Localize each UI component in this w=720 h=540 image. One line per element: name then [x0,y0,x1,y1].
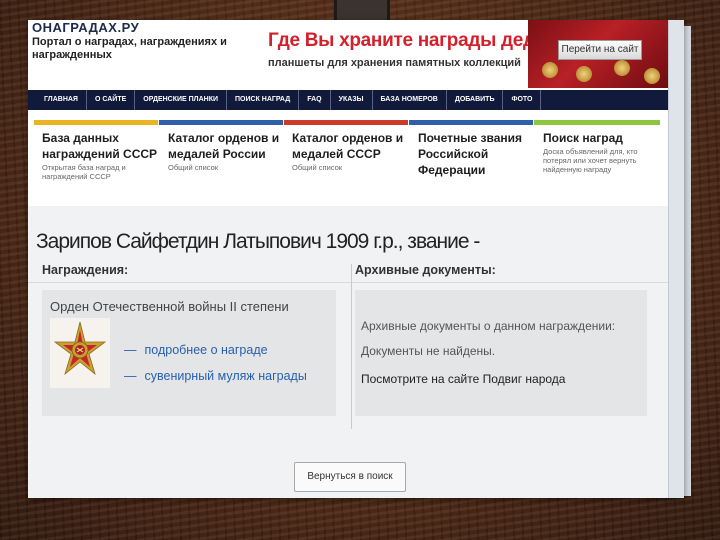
slide-sheet: ОНАГРАДАХ.РУ Портал о наградах, награжде… [28,20,684,498]
nav-item-home[interactable]: ГЛАВНАЯ [36,90,87,110]
promo-title[interactable]: Где Вы храните награды деда? [268,30,557,52]
link-text: сувенирный муляж награды [144,369,307,383]
website-screenshot: ОНАГРАДАХ.РУ Портал о наградах, награжде… [28,20,668,498]
nav-item-decrees[interactable]: УКАЗЫ [331,90,373,110]
nav-item-about[interactable]: О САЙТЕ [87,90,136,110]
awards-label: Награждения: [42,263,129,277]
promo-subtitle: планшеты для хранения памятных коллекций [268,57,521,69]
category-bar [284,120,408,125]
back-to-search-button[interactable]: Вернуться в поиск [294,462,406,492]
site-logo[interactable]: ОНАГРАДАХ.РУ [32,20,139,35]
category-title: Каталог орденов и медалей СССР [292,131,404,161]
category-bar [159,120,283,125]
nav-item-ribbons[interactable]: ОРДЕНСКИЕ ПЛАНКИ [135,90,227,110]
category-title: База данных награждений СССР [42,131,158,161]
award-details-link[interactable]: — подробнее о награде [124,343,268,357]
category-title: Каталог орденов и медалей России [168,131,280,161]
category-bar [409,120,533,125]
category-award-search[interactable]: Поиск наград Доска объявлений для, кто п… [543,130,665,174]
divider [28,282,668,283]
goto-site-button[interactable]: Перейти на сайт [558,40,642,60]
nav-item-add[interactable]: ДОБАВИТЬ [447,90,504,110]
category-russia-catalog[interactable]: Каталог орденов и медалей России Общий с… [168,130,290,172]
nav-item-faq[interactable]: FAQ [299,90,331,110]
page-title: Зарипов Сайфетдин Латыпович 1909 г.р., з… [36,230,480,253]
category-subtitle: Доска объявлений для, кто потерял или хо… [543,147,638,174]
site-tagline: Портал о наградах, награждениях и награж… [32,36,227,61]
souvenir-replica-link[interactable]: — сувенирный муляж награды [124,369,307,383]
podvig-naroda-link[interactable]: Посмотрите на сайте Подвиг народа [361,372,565,386]
category-subtitle: Открытая база наград и награждений СССР [42,163,126,181]
nav-item-search[interactable]: ПОИСК НАГРАД [227,90,300,110]
archive-not-found: Документы не найдены. [361,344,496,358]
nav-item-photo[interactable]: ФОТО [503,90,542,110]
category-title: Поиск наград [543,131,623,145]
award-record-section: Зарипов Сайфетдин Латыпович 1909 г.р., з… [28,206,668,498]
archive-intro: Архивные документы о данном награждении: [361,319,616,333]
archive-label: Архивные документы: [355,263,496,277]
link-text: подробнее о награде [144,343,268,357]
award-title: Орден Отечественной войны II степени [50,299,289,314]
medal-icon [576,66,592,82]
category-subtitle: Общий список [292,163,343,172]
page-edge [668,20,684,498]
category-subtitle: Общий список [168,163,219,172]
category-title: Почетные звания Российской Федерации [418,131,523,177]
medal-icon [644,68,660,84]
category-ussr-database[interactable]: База данных награждений СССР Открытая ба… [42,130,164,181]
medal-icon [542,62,558,78]
category-bar [34,120,158,125]
category-honorary-titles[interactable]: Почетные звания Российской Федерации [418,130,540,179]
main-nav: ГЛАВНАЯ О САЙТЕ ОРДЕНСКИЕ ПЛАНКИ ПОИСК Н… [28,90,668,110]
order-icon [50,318,110,388]
nav-item-numbers[interactable]: БАЗА НОМЕРОВ [373,90,447,110]
medal-icon [614,60,630,76]
category-bar [534,120,660,125]
column-divider [351,264,352,429]
dash: — [124,369,137,383]
category-ussr-catalog[interactable]: Каталог орденов и медалей СССР Общий спи… [292,130,414,172]
dash: — [124,343,137,357]
